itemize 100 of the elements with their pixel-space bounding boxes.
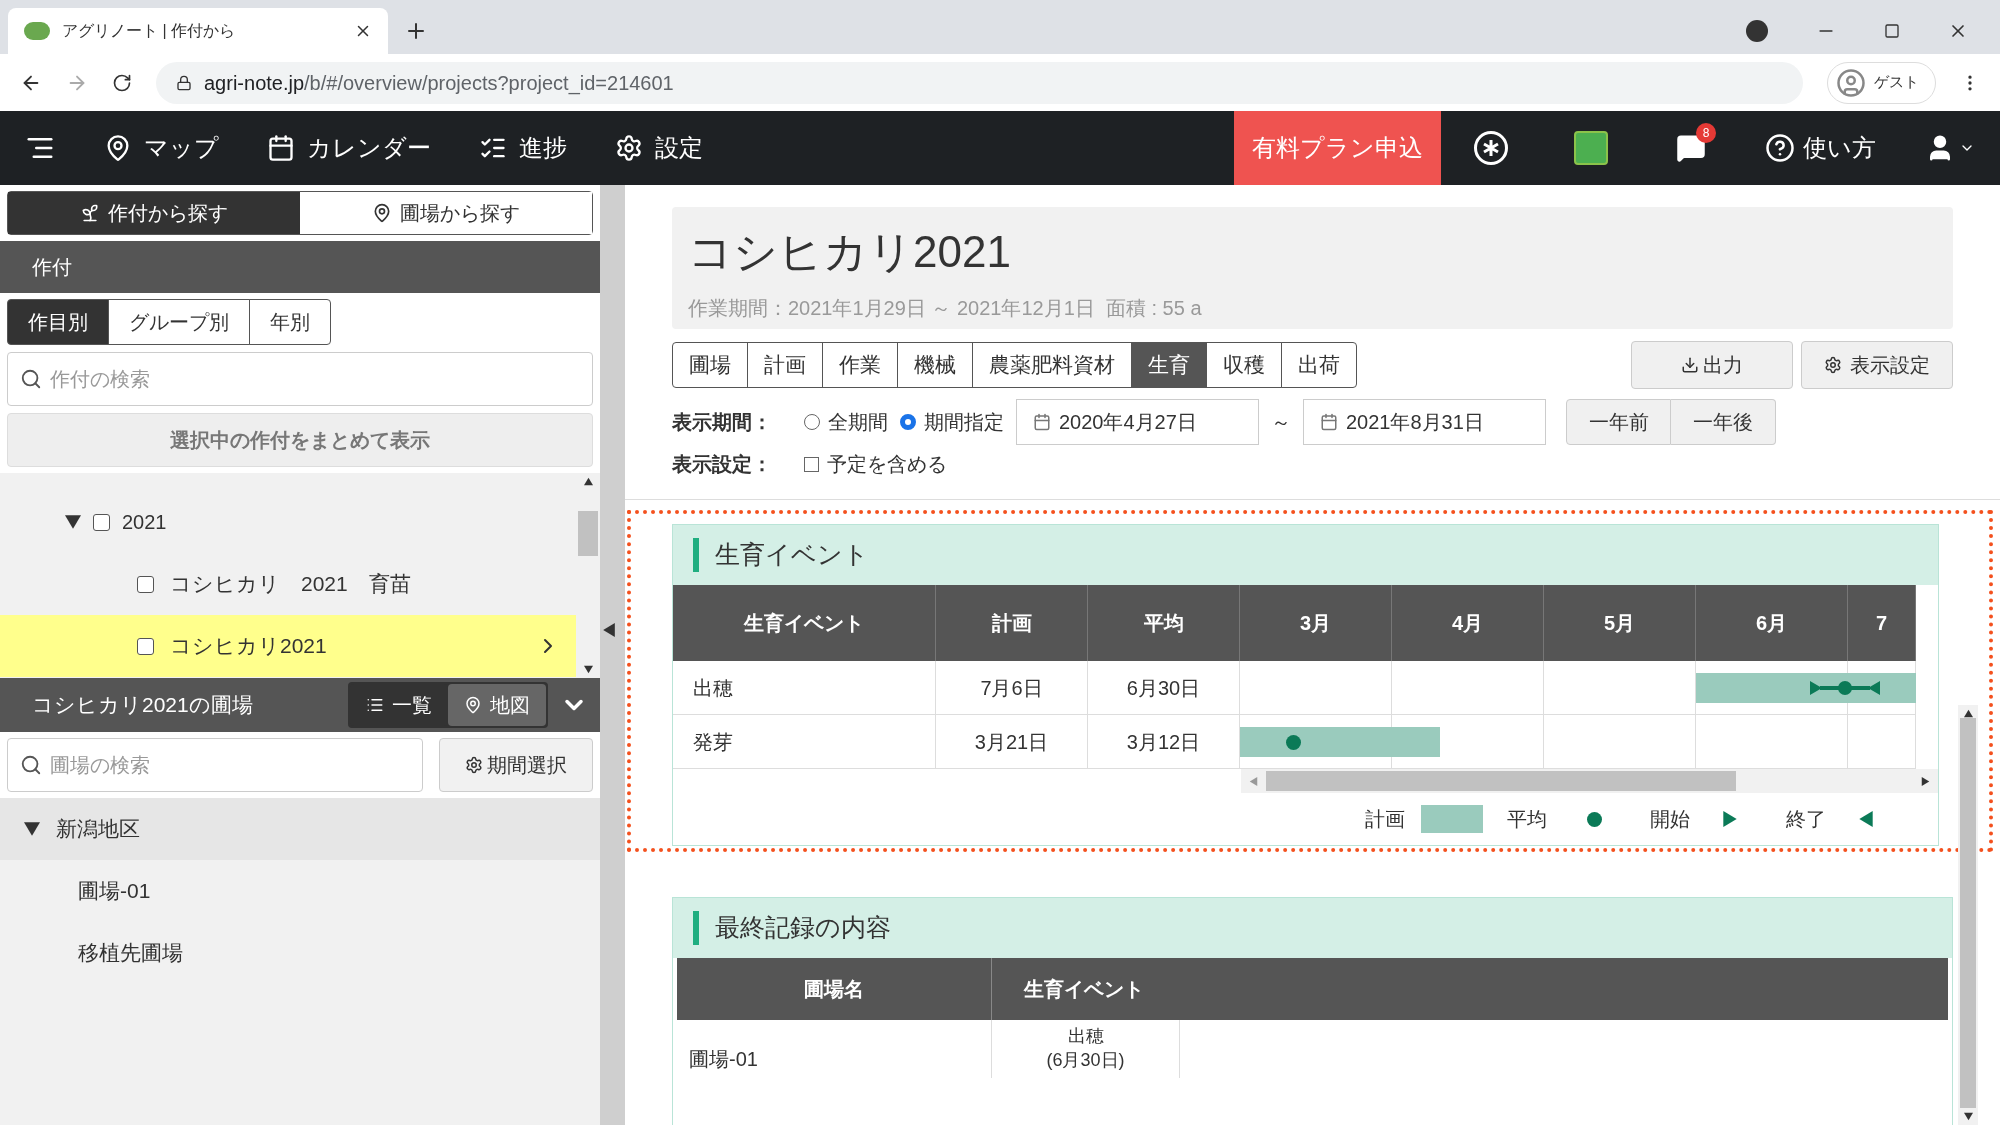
content-tab[interactable]: 計画	[747, 342, 823, 388]
crop-row[interactable]: コシヒカリ2021	[0, 615, 576, 677]
view-toggle[interactable]: 地図	[448, 684, 546, 726]
column-header: 4月	[1392, 585, 1544, 661]
content-tab[interactable]: 機械	[897, 342, 973, 388]
reload-icon[interactable]	[112, 72, 132, 93]
help-link[interactable]: 使い方	[1741, 111, 1900, 185]
table-cell: 出穂	[673, 661, 936, 715]
group-tab[interactable]: 年別	[249, 299, 331, 345]
scroll-down-icon[interactable]	[583, 665, 593, 674]
nav-item[interactable]: マップ	[80, 111, 243, 185]
page-title: コシヒカリ2021	[688, 226, 1012, 278]
table-cell: 6月30日	[1088, 661, 1240, 715]
period-label: 表示期間：	[672, 410, 773, 435]
group-tab[interactable]: グループ別	[108, 299, 250, 345]
group-tab[interactable]: 作目別	[7, 299, 109, 345]
scroll-up-icon[interactable]	[583, 477, 593, 486]
range-marker-icon	[1810, 679, 1880, 697]
plan-swatch	[1421, 805, 1483, 833]
scroll-right-icon[interactable]	[1921, 776, 1930, 786]
tree-label[interactable]: 2021	[122, 507, 167, 537]
scroll-thumb[interactable]	[578, 511, 598, 556]
previous-year-button[interactable]: 一年前	[1566, 399, 1671, 445]
table-cell-text: (6月30日)	[1046, 1049, 1125, 1072]
expand-triangle-icon	[24, 821, 40, 837]
gear-icon	[615, 134, 643, 162]
fields-title: コシヒカリ2021の圃場	[32, 692, 254, 719]
date-field[interactable]: 2021年8月31日	[1303, 399, 1546, 445]
checkbox[interactable]	[137, 637, 154, 655]
include-plans-checkbox[interactable]: 予定を含める	[804, 449, 947, 479]
settings-label: 表示設定：	[672, 452, 773, 477]
legend-label: 平均	[1507, 807, 1547, 832]
content-tab[interactable]: 農薬肥料資材	[972, 342, 1132, 388]
calendar-icon	[1320, 413, 1338, 431]
column-header: 生育イベント	[992, 958, 1948, 1020]
vertical-scrollbar[interactable]	[1958, 705, 1978, 1125]
display-settings-button[interactable]: 表示設定	[1801, 341, 1953, 389]
legend-label: 終了	[1786, 807, 1826, 832]
column-header: 平均	[1088, 585, 1240, 661]
next-year-button[interactable]: 一年後	[1671, 399, 1776, 445]
checkbox[interactable]	[93, 513, 110, 531]
table-cell: 3月21日	[936, 715, 1088, 769]
address-bar[interactable]: agri-note.jp/b/#/overview/projects?project_id=214601	[156, 61, 1803, 104]
column-header: 圃場名	[677, 958, 992, 1020]
horizontal-scrollbar[interactable]	[1241, 769, 1938, 793]
legend-label: 開始	[1650, 807, 1690, 832]
section-header: 作付	[0, 241, 600, 293]
column-header: 3月	[1240, 585, 1392, 661]
calendar-icon	[267, 134, 295, 162]
checkbox[interactable]	[137, 575, 154, 593]
table-cell: 圃場-01	[677, 1020, 992, 1078]
start-triangle-icon	[1722, 811, 1738, 827]
scroll-down-icon[interactable]	[1963, 1112, 1973, 1121]
range-separator: ～	[1271, 410, 1291, 435]
content-tab[interactable]: 出荷	[1281, 342, 1357, 388]
list-icon	[366, 696, 384, 714]
search-icon	[20, 754, 42, 776]
pin-icon	[372, 203, 392, 223]
collapse-arrow-icon[interactable]	[602, 623, 616, 637]
legend-label: 計画	[1365, 807, 1405, 832]
project-info: 作業期間：2021年1月29日 ～ 2021年12月1日 面積 : 55 a	[688, 296, 1203, 321]
column-header: 6月	[1696, 585, 1848, 661]
scroll-thumb[interactable]	[1266, 771, 1736, 791]
section-header: 生育イベント	[673, 525, 1938, 585]
expand-triangle-icon[interactable]	[65, 514, 81, 530]
nav-item[interactable]: 設定	[591, 111, 727, 185]
calendar-icon	[1033, 413, 1051, 431]
scroll-thumb[interactable]	[1960, 718, 1976, 1108]
table-cell: 発芽	[673, 715, 936, 769]
column-header: 5月	[1544, 585, 1696, 661]
area-row[interactable]: 新潟地区	[0, 798, 600, 860]
content-tab[interactable]: 収穫	[1206, 342, 1282, 388]
browser-tab[interactable]: アグリノート | 作付から	[8, 8, 388, 54]
url-text: agri-note.jp/b/#/overview/projects?project_id=214601	[204, 70, 674, 97]
period-radio[interactable]: 全期間	[804, 407, 888, 437]
field-item[interactable]: 圃場-01	[0, 860, 600, 922]
notification-badge: 8	[1696, 123, 1716, 143]
crop-row[interactable]: コシヒカリ 2021 育苗	[0, 553, 576, 615]
nav-item[interactable]: カレンダー	[243, 111, 455, 185]
content-tab[interactable]: 圃場	[672, 342, 748, 388]
field-item[interactable]: 移植先圃場	[0, 922, 600, 984]
date-field[interactable]: 2020年4月27日	[1016, 399, 1259, 445]
help-icon	[1765, 133, 1795, 163]
pin-icon	[464, 696, 482, 714]
avatar-icon	[1836, 67, 1866, 98]
table-cell-text: 出穂	[1067, 1025, 1104, 1048]
content-tab[interactable]: 生育	[1131, 342, 1207, 388]
period-radio[interactable]: 期間指定	[900, 407, 1004, 437]
asterisk-icon[interactable]	[1474, 131, 1508, 165]
period-button[interactable]: 期間選択	[439, 738, 593, 792]
lock-icon	[176, 74, 192, 91]
tab-title: アグリノート | 作付から	[62, 21, 237, 41]
sprout-icon	[80, 203, 100, 223]
restore-icon[interactable]	[1884, 23, 1900, 39]
content-tab[interactable]: 作業	[822, 342, 898, 388]
table-cell: 7月6日	[936, 661, 1088, 715]
search-tab[interactable]: 作付から探す	[8, 192, 300, 234]
combine-button[interactable]: 選択中の作付をまとめて表示	[7, 413, 593, 467]
nav-item[interactable]: 進捗	[455, 111, 591, 185]
export-button[interactable]: 出力	[1631, 341, 1793, 389]
